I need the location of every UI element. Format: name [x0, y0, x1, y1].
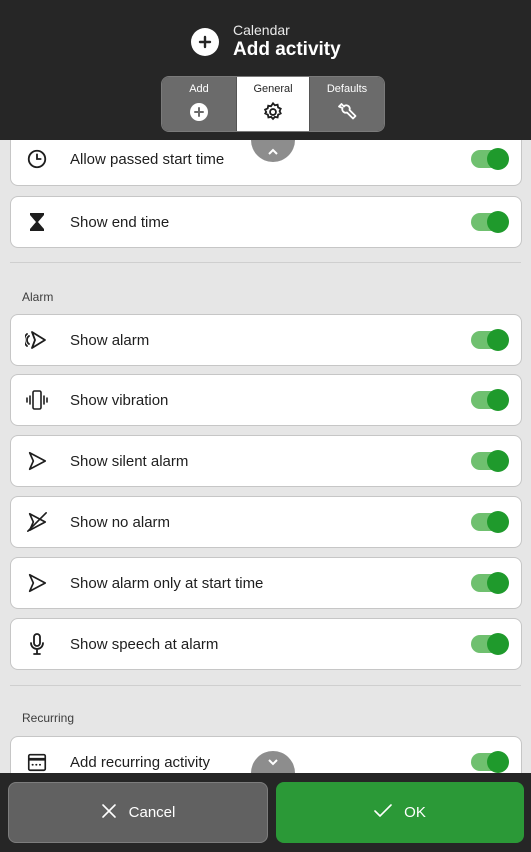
ok-button[interactable]: OK	[276, 782, 524, 843]
chevron-down-icon	[268, 753, 278, 771]
clock-icon	[25, 147, 49, 171]
toggle-switch[interactable]	[471, 633, 509, 655]
tab-defaults-label: Defaults	[326, 83, 368, 95]
vibration-icon	[25, 388, 49, 412]
row-show-end-time[interactable]: Show end time	[10, 196, 522, 248]
toggle-knob	[487, 633, 509, 655]
row-show-alarm[interactable]: Show alarm	[10, 314, 522, 366]
ok-button-label: OK	[404, 804, 426, 821]
toggle-knob	[487, 211, 509, 233]
toggle-switch[interactable]	[471, 511, 509, 533]
bottom-action-bar: Cancel OK	[0, 773, 531, 852]
hourglass-icon	[25, 210, 49, 234]
page-subtitle: Calendar	[233, 22, 290, 38]
plus-circle-icon	[189, 100, 209, 124]
toggle-switch[interactable]	[471, 148, 509, 170]
bell-outline-icon	[25, 571, 49, 595]
microphone-icon	[25, 632, 49, 656]
cancel-button[interactable]: Cancel	[8, 782, 268, 843]
check-icon	[374, 803, 404, 822]
alarm-bell-icon	[25, 328, 49, 352]
row-show-no-alarm[interactable]: Show no alarm	[10, 496, 522, 548]
toggle-switch[interactable]	[471, 329, 509, 351]
row-show-vibration[interactable]: Show vibration	[10, 374, 522, 426]
row-show-alarm-only-at-start-time[interactable]: Show alarm only at start time	[10, 557, 522, 609]
bell-outline-icon	[25, 449, 49, 473]
toggle-switch[interactable]	[471, 751, 509, 773]
row-label: Show alarm	[70, 331, 150, 349]
toggle-knob	[487, 329, 509, 351]
tab-defaults[interactable]: Defaults	[310, 77, 384, 131]
section-divider	[10, 685, 521, 686]
toggle-switch[interactable]	[471, 211, 509, 233]
row-label: Show silent alarm	[70, 452, 189, 470]
section-divider	[10, 262, 521, 263]
page-title: Add activity	[233, 39, 341, 60]
toggle-switch[interactable]	[471, 450, 509, 472]
app-header: Calendar Add activity Add General Defaul…	[0, 0, 531, 140]
row-label: Show vibration	[70, 391, 169, 409]
tab-general[interactable]: General	[236, 77, 311, 131]
wrench-icon	[335, 100, 359, 124]
settings-list[interactable]: Allow passed start time Show end time Al…	[0, 140, 531, 773]
row-show-speech-at-alarm[interactable]: Show speech at alarm	[10, 618, 522, 670]
calendar-icon	[25, 750, 49, 773]
row-show-silent-alarm[interactable]: Show silent alarm	[10, 435, 522, 487]
tab-add-label: Add	[189, 83, 209, 95]
tab-general-label: General	[253, 83, 293, 95]
toggle-switch[interactable]	[471, 389, 509, 411]
toggle-knob	[487, 389, 509, 411]
section-heading-recurring: Recurring	[22, 711, 75, 725]
title-area: Calendar Add activity	[191, 20, 341, 64]
cancel-button-label: Cancel	[128, 804, 176, 821]
row-label: Show end time	[70, 213, 170, 231]
row-label: Show no alarm	[70, 513, 171, 531]
row-label: Show alarm only at start time	[70, 574, 264, 592]
section-heading-alarm: Alarm	[22, 290, 54, 304]
tab-bar: Add General Defaults	[161, 76, 385, 132]
close-icon	[101, 803, 129, 823]
toggle-knob	[487, 511, 509, 533]
toggle-switch[interactable]	[471, 572, 509, 594]
tab-add[interactable]: Add	[162, 77, 236, 131]
toggle-knob	[487, 148, 509, 170]
row-label: Show speech at alarm	[70, 635, 219, 653]
toggle-knob	[487, 450, 509, 472]
bell-off-icon	[25, 510, 49, 534]
plus-circle-icon	[191, 28, 219, 56]
chevron-up-icon	[268, 142, 278, 160]
toggle-knob	[487, 572, 509, 594]
gear-icon	[262, 100, 284, 124]
toggle-knob	[487, 751, 509, 773]
